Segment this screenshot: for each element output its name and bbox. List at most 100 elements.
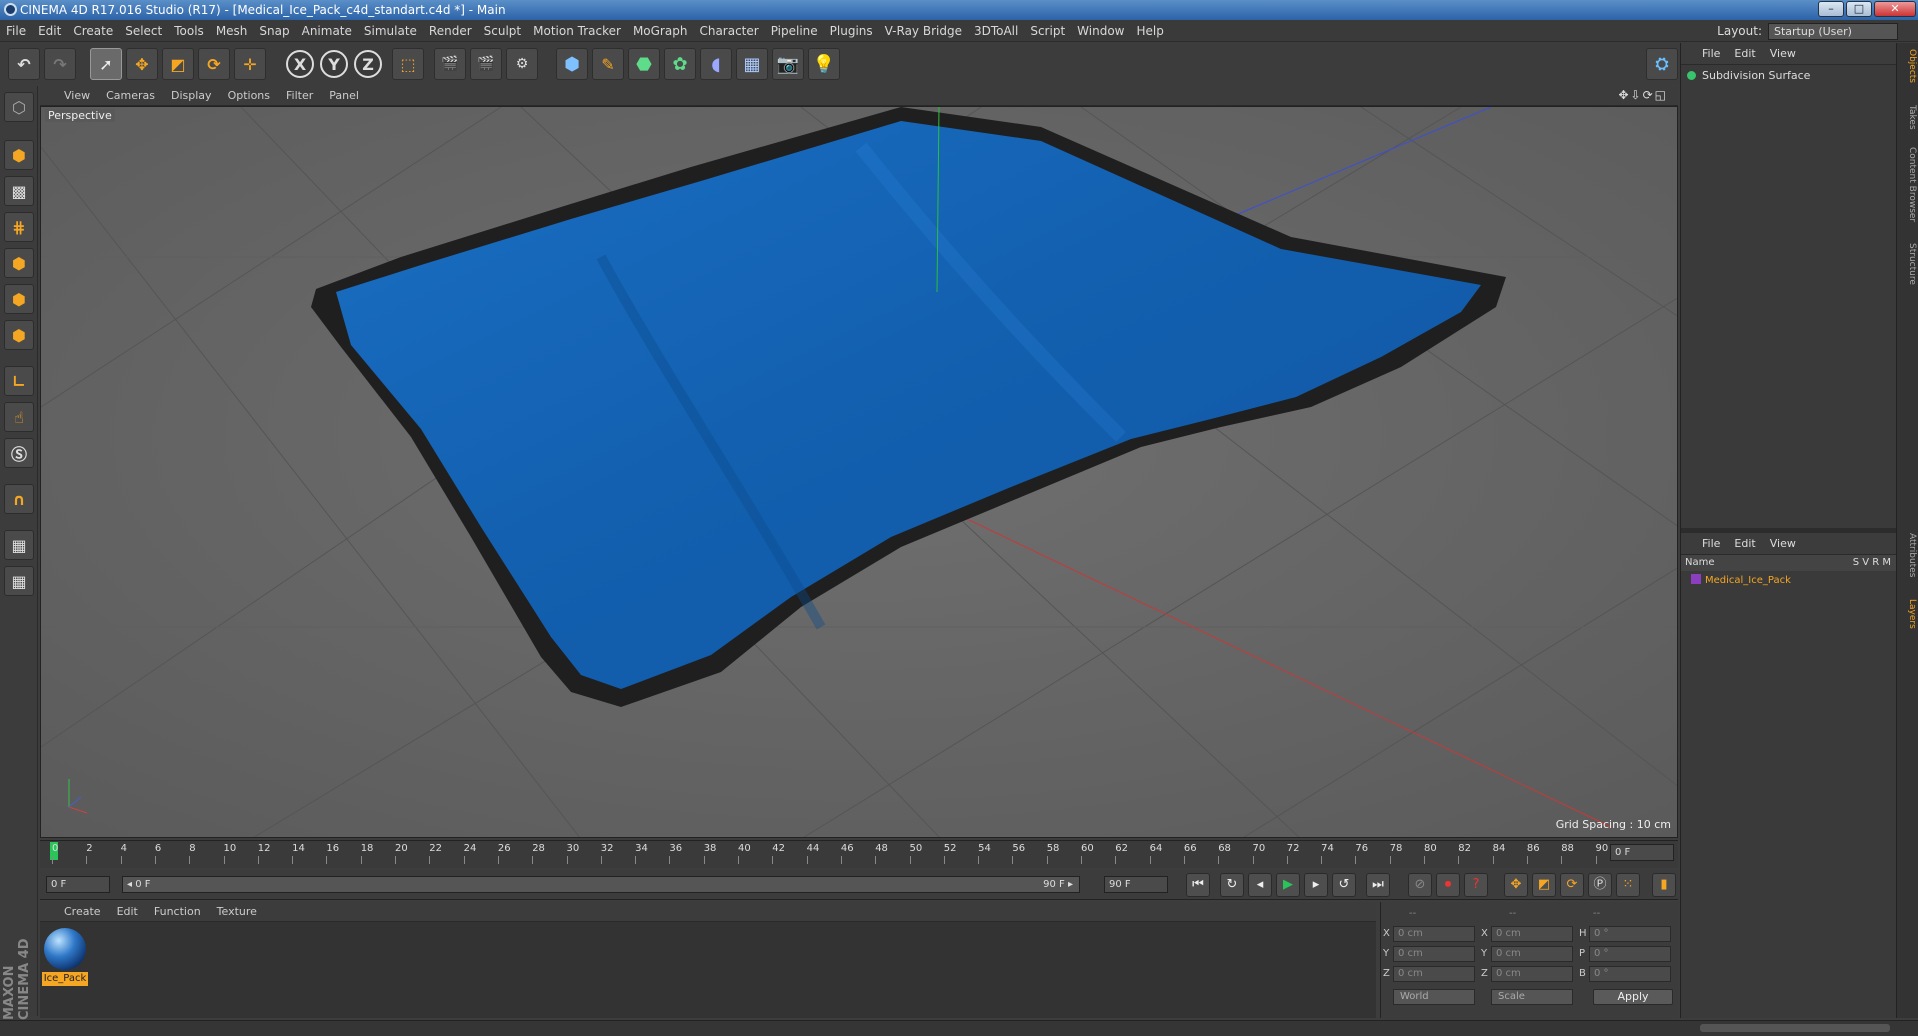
menu-select[interactable]: Select xyxy=(119,20,168,42)
layer-row-medical-ice-pack[interactable]: Medical_Ice_Pack xyxy=(1681,573,1897,589)
pen-spline-icon[interactable]: ✎ xyxy=(592,48,624,80)
go-to-start-icon[interactable]: ⏮ xyxy=(1186,873,1210,897)
size-z-field[interactable]: 0 cm xyxy=(1491,966,1573,982)
previous-key-icon[interactable]: ↻ xyxy=(1220,873,1244,897)
menu-window[interactable]: Window xyxy=(1071,20,1130,42)
horizontal-scrollbar[interactable] xyxy=(1700,1024,1890,1032)
python-script-icon[interactable]: ⛭ xyxy=(1646,48,1678,80)
points-mode-icon[interactable]: ⬢ xyxy=(4,248,34,278)
solo-mode-icon[interactable]: Ⓢ xyxy=(4,438,34,468)
tab-structure[interactable]: Structure xyxy=(1899,243,1917,285)
material-menu-edit[interactable]: Edit xyxy=(109,902,146,922)
perspective-viewport[interactable]: Perspective Grid Spacing : 10 cm xyxy=(40,106,1678,838)
menu-vray-bridge[interactable]: V-Ray Bridge xyxy=(879,20,968,42)
live-selection-icon[interactable]: ✛ xyxy=(234,48,266,80)
viewport-menu-filter[interactable]: Filter xyxy=(278,86,321,106)
rotate-tool-icon[interactable]: ⟳ xyxy=(198,48,230,80)
menu-motion-tracker[interactable]: Motion Tracker xyxy=(527,20,627,42)
menu-file[interactable]: File xyxy=(0,20,32,42)
viewport-menu-cameras[interactable]: Cameras xyxy=(98,86,163,106)
rot-b-field[interactable]: 0 ° xyxy=(1589,966,1671,982)
menu-sculpt[interactable]: Sculpt xyxy=(478,20,527,42)
objects-menu-edit[interactable]: Edit xyxy=(1727,43,1762,65)
key-parameter-icon[interactable]: Ⓟ xyxy=(1588,873,1612,897)
menu-help[interactable]: Help xyxy=(1130,20,1169,42)
objects-menu-file[interactable]: File xyxy=(1695,43,1727,65)
render-view-icon[interactable]: 🎬 xyxy=(434,48,466,80)
menu-script[interactable]: Script xyxy=(1024,20,1071,42)
tab-attributes[interactable]: Attributes xyxy=(1899,533,1917,577)
preview-range-slider[interactable]: ◂ 0 F 90 F ▸ xyxy=(122,876,1080,893)
tab-takes[interactable]: Takes xyxy=(1899,105,1917,130)
material-menu-texture[interactable]: Texture xyxy=(209,902,265,922)
menu-mesh[interactable]: Mesh xyxy=(210,20,254,42)
previous-frame-icon[interactable]: ◂ xyxy=(1248,873,1272,897)
key-position-icon[interactable]: ✥ xyxy=(1504,873,1528,897)
viewport-navigation-icons[interactable]: ✥⇩⟳◱ xyxy=(1618,88,1668,102)
next-frame-icon[interactable]: ▸ xyxy=(1304,873,1328,897)
menu-render[interactable]: Render xyxy=(423,20,478,42)
menu-3dtoall[interactable]: 3DToAll xyxy=(968,20,1024,42)
viewport-menu-panel[interactable]: Panel xyxy=(321,86,367,106)
size-mode-dropdown[interactable]: Scale xyxy=(1491,989,1573,1005)
x-axis-lock-button[interactable]: X xyxy=(286,50,314,78)
move-tool-icon[interactable]: ✥ xyxy=(126,48,158,80)
redo-button[interactable]: ↷ xyxy=(44,48,76,80)
axis-mode-icon[interactable]: ∟ xyxy=(4,366,34,396)
menu-mograph[interactable]: MoGraph xyxy=(627,20,694,42)
tab-objects[interactable]: Objects xyxy=(1899,49,1917,83)
light-icon[interactable]: 💡 xyxy=(808,48,840,80)
menu-tools[interactable]: Tools xyxy=(168,20,210,42)
timeline-window-icon[interactable]: ▮ xyxy=(1652,873,1676,897)
keyframe-selection-icon[interactable]: ? xyxy=(1464,873,1488,897)
size-x-field[interactable]: 0 cm xyxy=(1491,926,1573,942)
menu-snap[interactable]: Snap xyxy=(253,20,295,42)
object-row-subdivision-surface[interactable]: Subdivision Surface xyxy=(1687,69,1810,82)
workplane-mode-icon[interactable]: ⋕ xyxy=(4,212,34,242)
polygons-mode-icon[interactable]: ⬢ xyxy=(4,320,34,350)
apply-button[interactable]: Apply xyxy=(1593,989,1673,1005)
tab-layers[interactable]: Layers xyxy=(1899,599,1917,629)
objects-menu-view[interactable]: View xyxy=(1763,43,1803,65)
viewport-menu-view[interactable]: View xyxy=(56,86,98,106)
autokey-icon[interactable]: ⏺ xyxy=(1436,873,1460,897)
close-button[interactable]: ✕ xyxy=(1874,1,1916,17)
y-axis-lock-button[interactable]: Y xyxy=(320,50,348,78)
deformer-icon[interactable]: ◖ xyxy=(700,48,732,80)
menu-character[interactable]: Character xyxy=(693,20,764,42)
size-y-field[interactable]: 0 cm xyxy=(1491,946,1573,962)
snap-magnet-icon[interactable]: ∩ xyxy=(4,484,34,514)
pos-x-field[interactable]: 0 cm xyxy=(1393,926,1475,942)
material-menu-create[interactable]: Create xyxy=(56,902,109,922)
coordinate-space-dropdown[interactable]: World xyxy=(1393,989,1475,1005)
timeline-ruler[interactable]: 0 2 4 6 8 10 12 14 16 18 20 22 24 26 28 30 32 34 36 38 40 42 4… xyxy=(40,840,1678,868)
undo-button[interactable]: ↶ xyxy=(8,48,40,80)
material-menu-function[interactable]: Function xyxy=(146,902,209,922)
selection-tool-icon[interactable]: ➚ xyxy=(90,48,122,80)
play-forward-icon[interactable]: ▶ xyxy=(1276,873,1300,897)
model-mode-icon[interactable]: ⬢ xyxy=(4,140,34,170)
make-editable-icon[interactable]: ⬡ xyxy=(4,92,34,122)
cube-primitive-icon[interactable]: ⬢ xyxy=(556,48,588,80)
viewport-menu-options[interactable]: Options xyxy=(220,86,278,106)
menu-create[interactable]: Create xyxy=(67,20,119,42)
minimize-button[interactable]: – xyxy=(1818,1,1844,17)
render-picture-viewer-icon[interactable]: 🎬 xyxy=(470,48,502,80)
edges-mode-icon[interactable]: ⬢ xyxy=(4,284,34,314)
maximum-frame-field[interactable]: 90 F xyxy=(1104,876,1168,893)
layers-menu-edit[interactable]: Edit xyxy=(1727,533,1762,555)
layers-menu-view[interactable]: View xyxy=(1763,533,1803,555)
layout-dropdown[interactable]: Startup (User) xyxy=(1768,23,1898,40)
key-scale-icon[interactable]: ◩ xyxy=(1532,873,1556,897)
rot-h-field[interactable]: 0 ° xyxy=(1589,926,1671,942)
key-rotation-icon[interactable]: ⟳ xyxy=(1560,873,1584,897)
tab-content-browser[interactable]: Content Browser xyxy=(1899,147,1917,222)
floor-scene-icon[interactable]: ▦ xyxy=(736,48,768,80)
menu-animate[interactable]: Animate xyxy=(296,20,358,42)
coordinate-system-icon[interactable]: ⬚ xyxy=(392,48,424,80)
menu-simulate[interactable]: Simulate xyxy=(358,20,423,42)
subdivision-generator-icon[interactable]: ⬣ xyxy=(628,48,660,80)
viewport-menu-display[interactable]: Display xyxy=(163,86,220,106)
mograph-cloner-icon[interactable]: ✿ xyxy=(664,48,696,80)
pos-z-field[interactable]: 0 cm xyxy=(1393,966,1475,982)
